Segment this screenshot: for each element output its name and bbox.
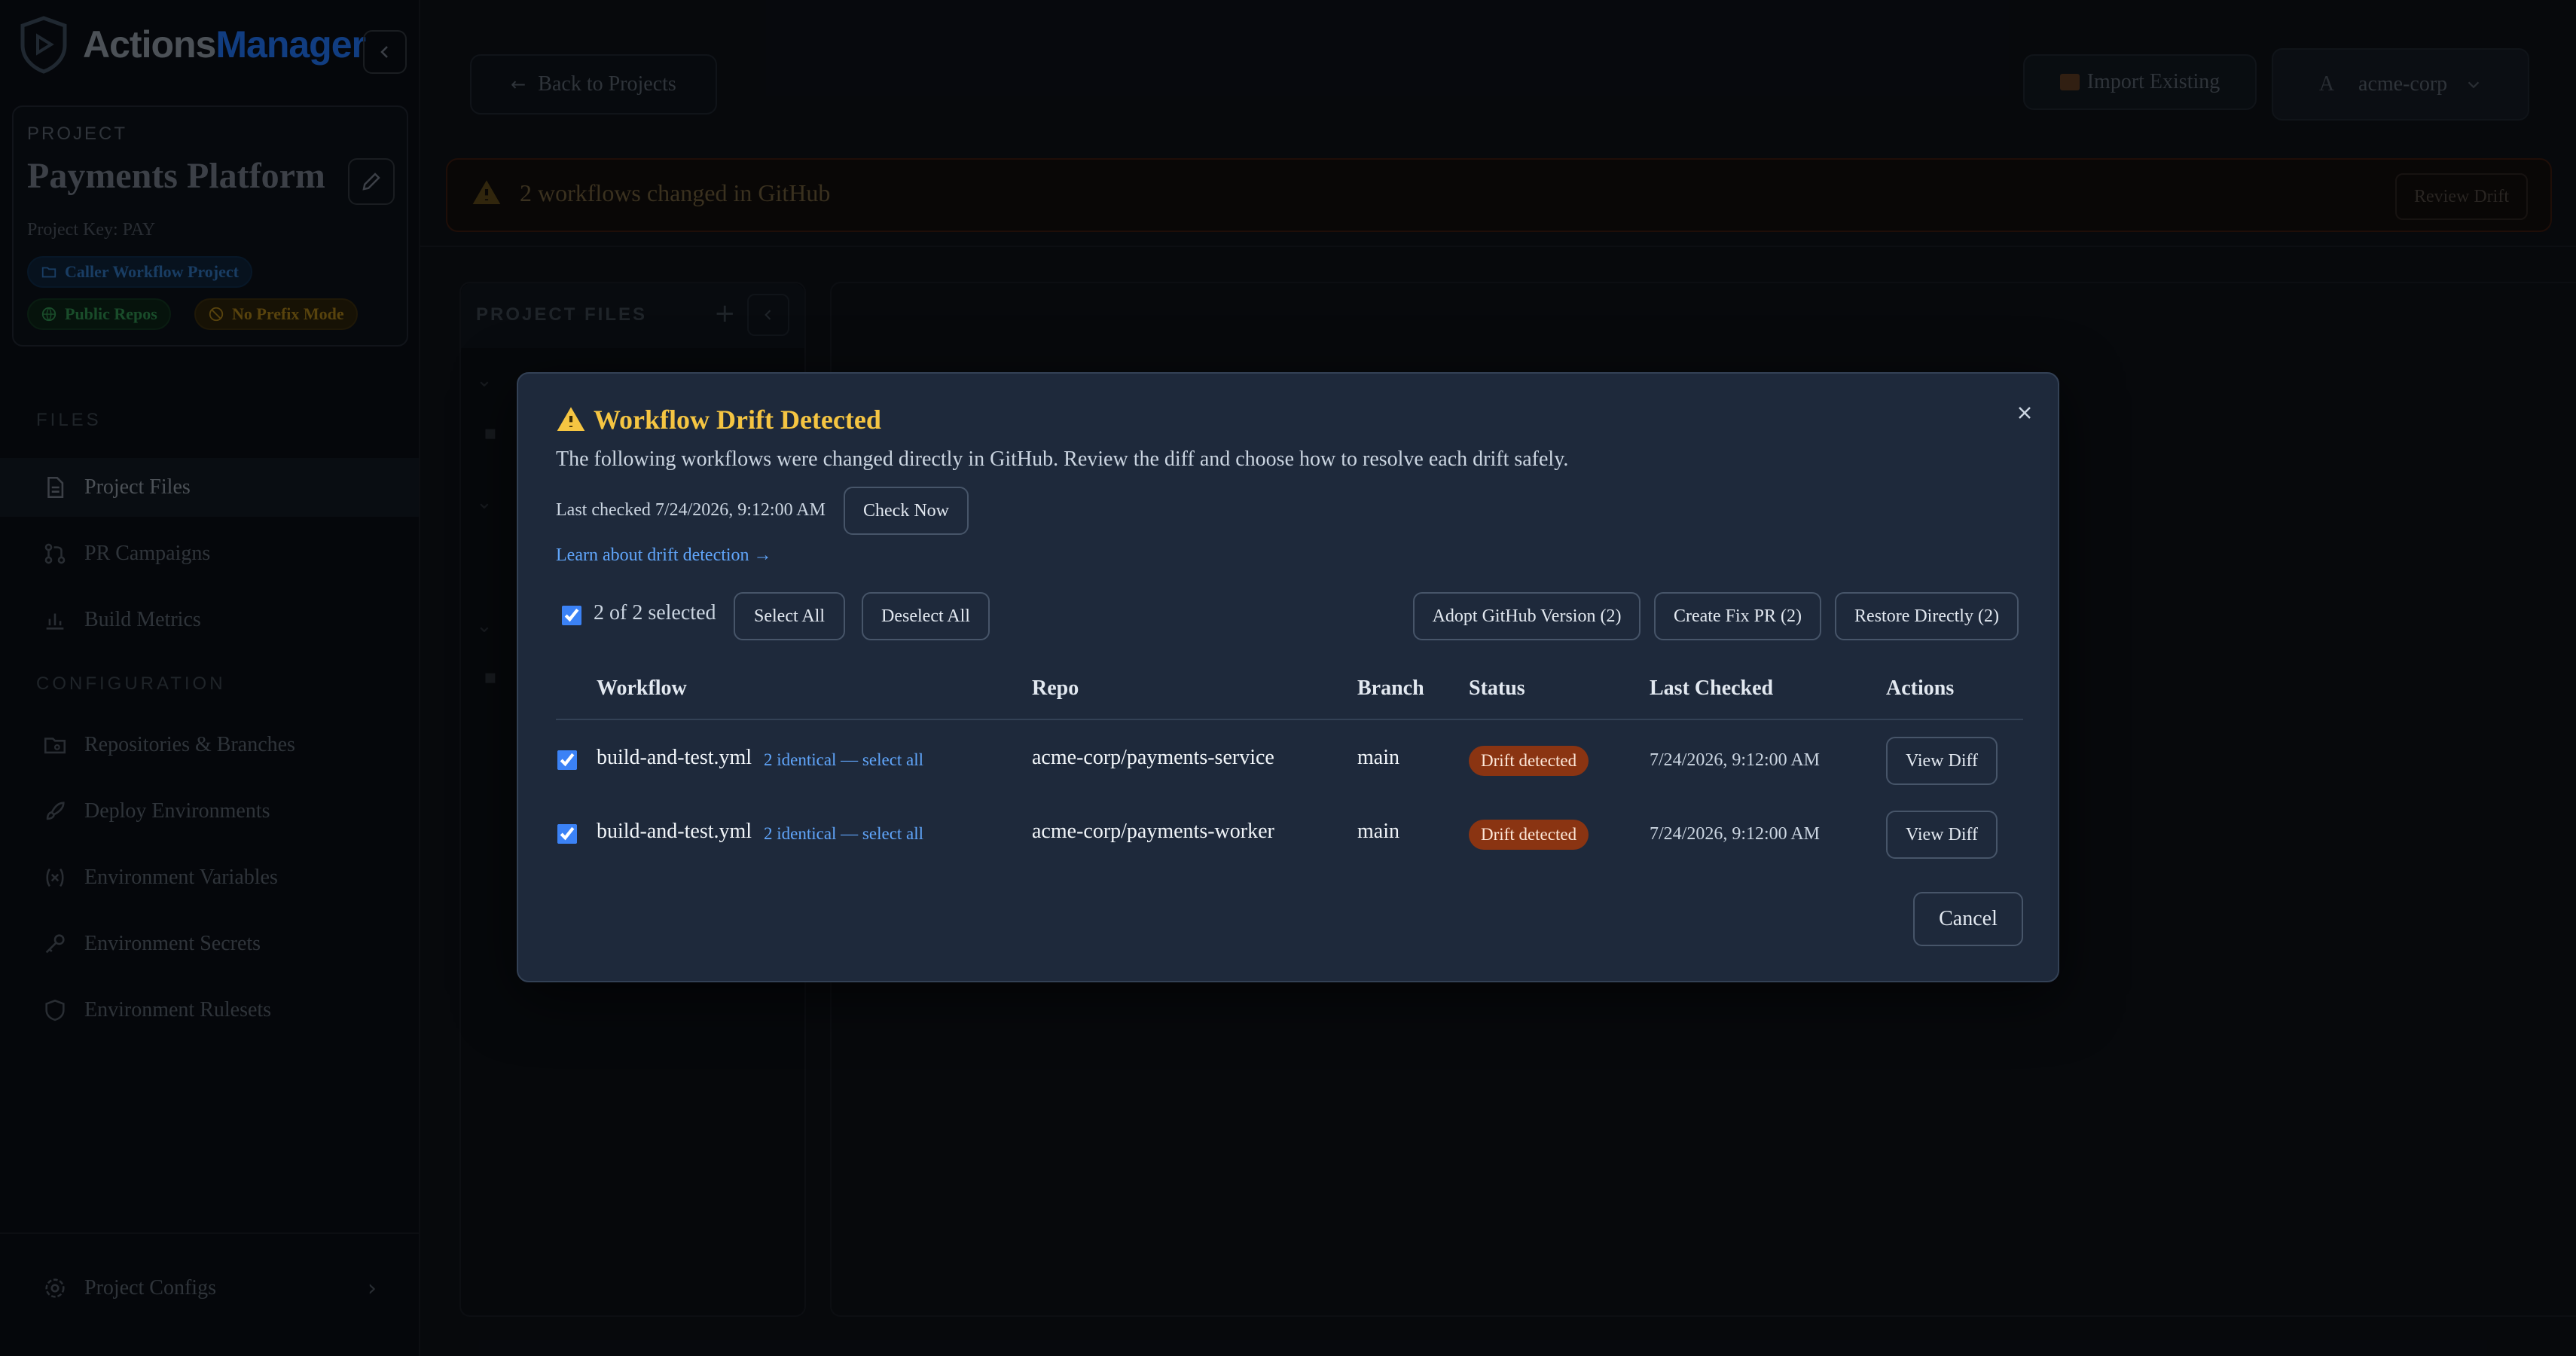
column-header-status: Status [1469,676,1525,700]
last-checked-cell: 7/24/2026, 9:12:00 AM [1650,824,1821,844]
identical-select-link[interactable]: 2 identical — select all [764,824,923,844]
view-diff-button[interactable]: View Diff [1886,737,1998,785]
column-header-actions: Actions [1886,676,1955,700]
status-badge: Drift detected [1469,746,1589,776]
column-header-last-checked: Last Checked [1650,676,1774,700]
table-row: build-and-test.yml 2 identical — select … [518,805,2058,878]
status-badge: Drift detected [1469,820,1589,850]
row-checkbox[interactable] [557,750,577,770]
view-diff-button[interactable]: View Diff [1886,811,1998,859]
modal-description: The following workflows were changed dir… [556,447,1569,471]
selection-count: 2 of 2 selected [594,601,716,625]
check-now-button[interactable]: Check Now [844,487,969,535]
column-header-branch: Branch [1357,676,1424,700]
last-checked-text: Last checked 7/24/2026, 9:12:00 AM [556,500,826,520]
drift-modal: Workflow Drift Detected The following wo… [517,372,2059,982]
close-modal-button[interactable] [2007,395,2043,431]
row-checkbox[interactable] [557,824,577,844]
select-all-checkbox[interactable] [562,606,581,625]
select-all-button[interactable]: Select All [734,592,845,640]
column-header-workflow: Workflow [597,676,687,700]
adopt-github-version-button[interactable]: Adopt GitHub Version (2) [1413,592,1641,640]
close-icon [2019,407,2031,419]
identical-select-link[interactable]: 2 identical — select all [764,750,923,770]
branch-name: main [1357,746,1399,769]
modal-title: Workflow Drift Detected [556,404,881,435]
repo-name: acme-corp/payments-service [1032,746,1274,769]
create-fix-pr-button[interactable]: Create Fix PR (2) [1654,592,1821,640]
cancel-button[interactable]: Cancel [1913,892,2023,946]
learn-drift-link[interactable]: Learn about drift detection → [556,545,772,566]
last-checked-cell: 7/24/2026, 9:12:00 AM [1650,750,1821,770]
branch-name: main [1357,820,1399,843]
workflow-name: build-and-test.yml [597,746,752,769]
column-header-repo: Repo [1032,676,1079,700]
modal-title-text: Workflow Drift Detected [594,405,881,435]
deselect-all-button[interactable]: Deselect All [862,592,990,640]
table-header-divider [556,719,2023,720]
restore-directly-button[interactable]: Restore Directly (2) [1835,592,2019,640]
warning-icon [557,407,585,431]
table-row: build-and-test.yml 2 identical — select … [518,731,2058,805]
repo-name: acme-corp/payments-worker [1032,820,1274,843]
workflow-name: build-and-test.yml [597,820,752,843]
